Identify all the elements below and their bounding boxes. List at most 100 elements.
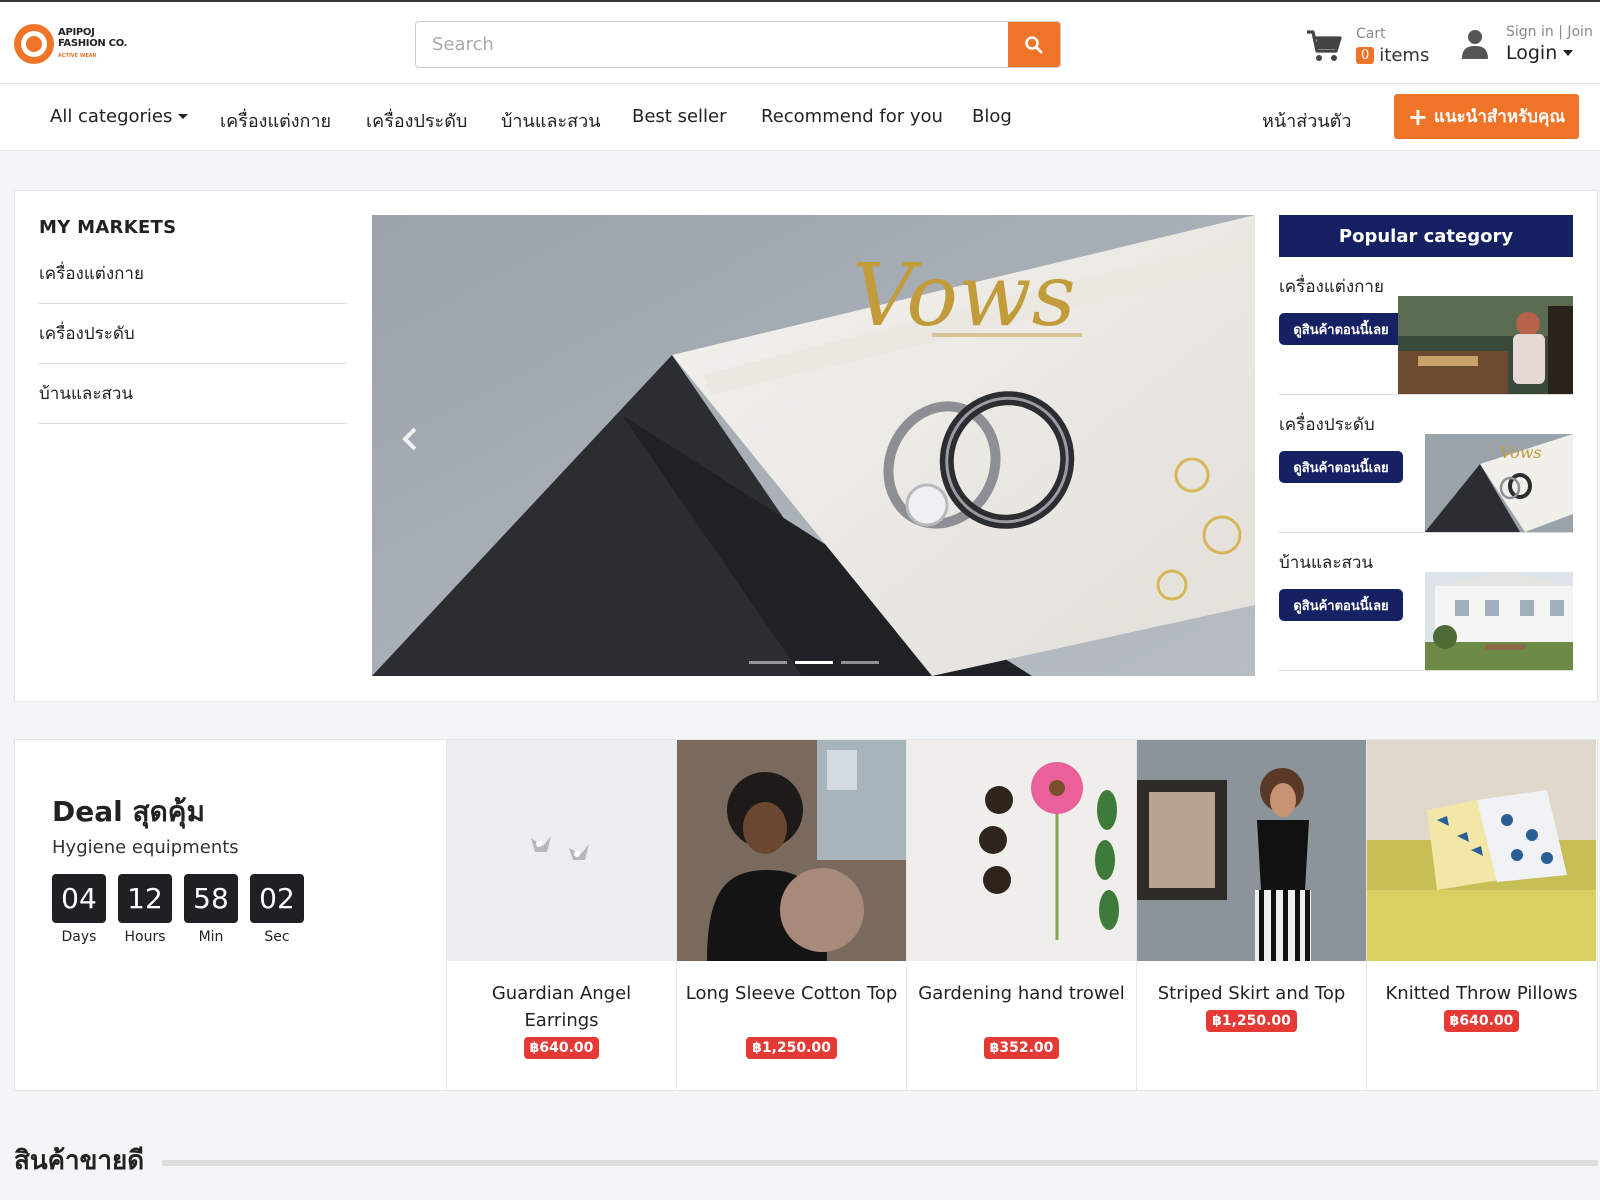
product-card[interactable]: Knitted Throw Pillows ฿640.00 [1366, 740, 1596, 1090]
product-image[interactable] [1137, 740, 1366, 961]
carousel-indicator[interactable] [841, 661, 879, 664]
timer-minutes-label: Min [198, 929, 224, 945]
plus-icon: + [1407, 102, 1429, 131]
deal-title: Deal สุดคุ้ม [52, 795, 205, 828]
cotton-top-image [677, 740, 906, 961]
product-price: ฿1,250.00 [746, 1037, 837, 1059]
my-markets-title: MY MARKETS [39, 217, 177, 238]
earrings-image [447, 740, 676, 961]
throw-pillows-image [1367, 740, 1596, 961]
my-markets-menu: MY MARKETS เครื่องแต่งกาย เครื่องประดับ … [39, 217, 347, 424]
timer-minutes: 58 Min [184, 874, 238, 945]
popular-card-home-garden: บ้านและสวน ดูสินค้าตอนนี้เลย [1279, 533, 1573, 671]
product-name[interactable]: Long Sleeve Cotton Top [685, 980, 898, 1007]
cart-items-label: items [1379, 45, 1430, 66]
popular-card-image[interactable]: Vows [1425, 434, 1573, 532]
brand-name-line2: FASHION CO. [58, 37, 128, 49]
nav-item-apparel[interactable]: เครื่องแต่งกาย [220, 106, 331, 135]
market-item-home-garden[interactable]: บ้านและสวน [39, 364, 347, 424]
product-card[interactable]: Gardening hand trowel ฿352.00 [906, 740, 1136, 1090]
popular-card-image[interactable] [1398, 296, 1573, 394]
recommend-cta-label: แนะนำสำหรับคุณ [1434, 107, 1566, 127]
nav-item-home-garden[interactable]: บ้านและสวน [501, 106, 601, 135]
popular-card-label: เครื่องแต่งกาย [1279, 277, 1384, 297]
search-bar [415, 21, 1061, 68]
product-image[interactable] [677, 740, 906, 961]
product-price-wrap: ฿352.00 [907, 1037, 1136, 1059]
cart-label: Cart [1356, 26, 1386, 42]
product-name[interactable]: Guardian Angel Earrings [455, 980, 668, 1034]
product-price: ฿640.00 [523, 1037, 600, 1059]
deal-section: Deal สุดคุ้ม Hygiene equipments 04 Days … [14, 739, 1598, 1091]
main-nav: All categories เครื่องแต่งกาย เครื่องประ… [0, 84, 1600, 151]
product-price-wrap: ฿640.00 [1367, 1010, 1596, 1032]
nav-item-blog[interactable]: Blog [972, 106, 1012, 127]
caret-down-icon [1563, 50, 1574, 56]
product-name[interactable]: Striped Skirt and Top [1145, 980, 1358, 1007]
nav-all-categories-label: All categories [50, 106, 173, 127]
nav-item-jewelry[interactable]: เครื่องประดับ [366, 106, 467, 135]
product-card[interactable]: Striped Skirt and Top ฿1,250.00 [1136, 740, 1366, 1090]
jewelry-image: Vows [1425, 434, 1573, 532]
timer-hours: 12 Hours [118, 874, 172, 945]
timer-hours-label: Hours [124, 929, 166, 945]
search-input[interactable] [416, 22, 1008, 67]
product-image[interactable] [1367, 740, 1596, 961]
banner-image: Vows [372, 215, 1255, 676]
banner-vows-text: Vows [852, 246, 1076, 346]
product-price: ฿1,250.00 [1206, 1010, 1297, 1032]
carousel-prev-button[interactable] [402, 427, 432, 467]
timer-days-value: 04 [52, 874, 106, 923]
popular-card-label: บ้านและสวน [1279, 553, 1374, 573]
popular-card-image[interactable] [1425, 572, 1573, 670]
nav-profile-link[interactable]: หน้าส่วนตัว [1262, 106, 1351, 135]
svg-text:Vows: Vows [1500, 443, 1542, 462]
product-card[interactable]: Guardian Angel Earrings ฿640.00 [446, 740, 676, 1090]
apparel-store-image [1398, 296, 1573, 394]
shop-now-button[interactable]: ดูสินค้าตอนนี้เลย [1279, 313, 1403, 345]
shop-now-button[interactable]: ดูสินค้าตอนนี้เลย [1279, 589, 1403, 621]
cart-items: 0 items [1356, 45, 1429, 66]
brand-name-line1: APIPOJ [58, 26, 95, 38]
nav-item-recommend[interactable]: Recommend for you [761, 106, 943, 127]
recommend-cta-button[interactable]: + แนะนำสำหรับคุณ [1394, 94, 1579, 139]
brand-tagline: ACTIVE WEAR [58, 52, 97, 59]
product-image[interactable] [907, 740, 1136, 961]
carousel-indicator[interactable] [749, 661, 787, 664]
product-price: ฿640.00 [1443, 1010, 1520, 1032]
hero-section: MY MARKETS เครื่องแต่งกาย เครื่องประดับ … [14, 190, 1598, 702]
timer-hours-value: 12 [118, 874, 172, 923]
cart-widget[interactable]: Cart 0 items [1306, 26, 1429, 66]
carousel-indicators [749, 661, 879, 664]
product-price-wrap: ฿1,250.00 [677, 1037, 906, 1059]
popular-card-apparel: เครื่องแต่งกาย ดูสินค้าตอนนี้เลย [1279, 257, 1573, 395]
market-item-jewelry[interactable]: เครื่องประดับ [39, 304, 347, 364]
chevron-left-icon [402, 427, 417, 451]
account-widget: Sign in | Join Login [1462, 24, 1593, 64]
nav-all-categories[interactable]: All categories [50, 106, 189, 127]
bestseller-title: สินค้าขายดี [14, 1146, 145, 1176]
product-image[interactable] [447, 740, 676, 961]
brand-logo[interactable]: APIPOJ FASHION CO. ACTIVE WEAR [14, 24, 127, 64]
nav-item-best-seller[interactable]: Best seller [632, 106, 727, 127]
product-name[interactable]: Gardening hand trowel [915, 980, 1128, 1007]
product-name[interactable]: Knitted Throw Pillows [1375, 980, 1588, 1007]
search-button[interactable] [1008, 22, 1060, 67]
product-price: ฿352.00 [983, 1037, 1060, 1059]
top-header: APIPOJ FASHION CO. ACTIVE WEAR Cart 0 it… [0, 0, 1600, 84]
logo-text: APIPOJ FASHION CO. ACTIVE WEAR [58, 27, 127, 62]
cart-text: Cart 0 items [1356, 26, 1429, 66]
login-dropdown[interactable]: Login [1506, 42, 1593, 64]
gardening-trowel-image [907, 740, 1136, 961]
carousel-indicator-active[interactable] [795, 661, 833, 664]
striped-skirt-image [1137, 740, 1366, 961]
login-label: Login [1506, 42, 1558, 64]
cart-icon [1307, 30, 1342, 61]
countdown-timer: 04 Days 12 Hours 58 Min 02 Sec [52, 874, 304, 945]
hero-carousel[interactable]: Vows [372, 215, 1255, 676]
product-card[interactable]: Long Sleeve Cotton Top ฿1,250.00 [676, 740, 906, 1090]
popular-category-panel: Popular category เครื่องแต่งกาย ดูสินค้า… [1279, 215, 1573, 671]
shop-now-button[interactable]: ดูสินค้าตอนนี้เลย [1279, 451, 1403, 483]
signin-join-links[interactable]: Sign in | Join [1506, 24, 1593, 40]
market-item-apparel[interactable]: เครื่องแต่งกาย [39, 238, 347, 304]
